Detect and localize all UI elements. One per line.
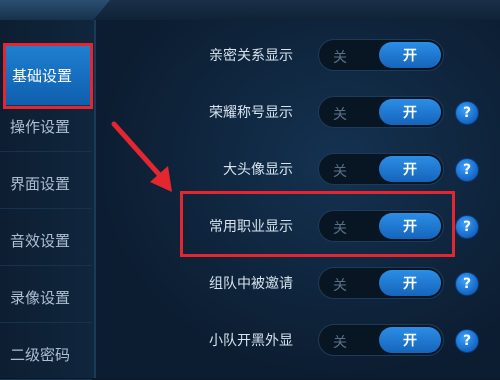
highlight-box [180,191,455,257]
setting-label-team-invite: 组队中被邀请 [209,276,293,292]
toggle-off-option[interactable]: 关 [333,332,347,352]
toggle-squad-display[interactable]: 关 开 [318,324,444,356]
sidebar-item-interface-settings[interactable]: 界面设置 [0,159,92,209]
setting-label-honor-title: 荣耀称号显示 [209,105,293,121]
help-icon[interactable]: ? [455,272,479,296]
help-icon[interactable]: ? [455,101,479,125]
toggle-off-option[interactable]: 关 [333,104,347,124]
setting-label-squad-display: 小队开黑外显 [209,333,293,349]
toggle-big-avatar[interactable]: 关 开 [318,153,444,185]
toggle-off-option[interactable]: 关 [333,161,347,181]
sidebar: 基础设置 操作设置 界面设置 音效设置 录像设置 二级密码 [0,20,96,380]
sidebar-item-label: 二级密码 [10,346,71,364]
toggle-on-option[interactable]: 开 [379,327,441,353]
toggle-on-option[interactable]: 开 [379,99,441,125]
toggle-off-option[interactable]: 关 [333,47,347,67]
sidebar-item-basic-settings[interactable]: 基础设置 [3,43,93,109]
sidebar-item-label: 音效设置 [10,232,71,250]
toggle-on-option[interactable]: 开 [379,156,441,182]
sidebar-item-label: 操作设置 [10,118,71,136]
setting-label-big-avatar: 大头像显示 [223,162,293,178]
setting-label-intimacy: 亲密关系显示 [209,48,293,64]
top-bar [0,0,500,21]
help-icon[interactable]: ? [455,215,479,239]
toggle-team-invite[interactable]: 关 开 [318,267,444,299]
toggle-intimacy[interactable]: 关 开 [318,39,444,71]
help-icon[interactable]: ? [455,329,479,353]
sidebar-item-operation-settings[interactable]: 操作设置 [0,102,92,152]
toggle-off-option[interactable]: 关 [333,275,347,295]
toggle-honor-title[interactable]: 关 开 [318,96,444,128]
top-bar-notch [0,0,110,20]
toggle-on-option[interactable]: 开 [379,42,441,68]
sidebar-item-label: 基础设置 [12,67,73,85]
annotation-arrow-icon [111,121,172,192]
sidebar-item-recording-settings[interactable]: 录像设置 [0,273,92,323]
sidebar-item-label: 录像设置 [10,289,71,307]
toggle-on-option[interactable]: 开 [379,270,441,296]
help-icon[interactable]: ? [455,158,479,182]
sidebar-item-sound-settings[interactable]: 音效设置 [0,216,92,266]
sidebar-item-label: 界面设置 [10,175,71,193]
sidebar-item-secondary-password[interactable]: 二级密码 [0,330,92,380]
